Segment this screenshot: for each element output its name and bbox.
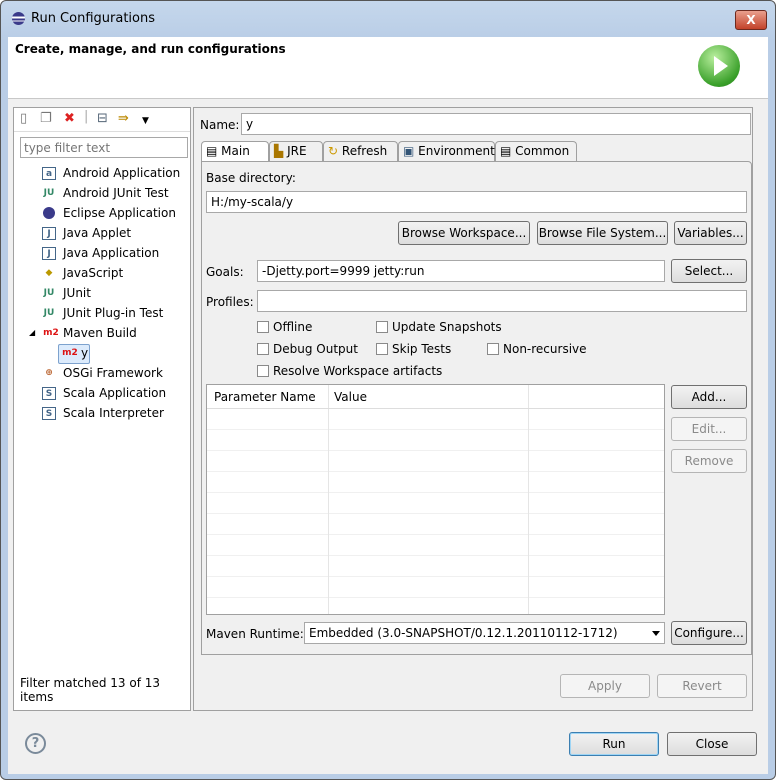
chevron-down-icon [652,631,660,636]
tree-item-y[interactable]: m2 y [14,344,190,364]
profiles-input[interactable] [257,290,747,312]
maven-runtime-label: Maven Runtime: [206,627,304,641]
tree-item-android-junit[interactable]: JU Android JUnit Test [14,184,190,204]
junit-plugin-icon: JU [43,308,55,318]
browse-workspace-button[interactable]: Browse Workspace... [398,221,530,245]
expand-arrow-icon[interactable]: ◢ [29,328,35,337]
tree-toolbar: ▯ ❐ ✖ | ⊟ ⇛ ▼ [14,108,190,132]
name-label: Name: [200,118,240,132]
tree-item-java-application[interactable]: J Java Application [14,244,190,264]
goals-input[interactable]: -Djetty.port=9999 jetty:run [257,260,665,282]
tab-main[interactable]: ▤ Main [201,141,269,162]
run-button[interactable]: Run [569,732,659,756]
duplicate-icon[interactable]: ❐ [40,112,52,126]
window-close-button[interactable]: X [735,10,767,30]
junit-icon: JU [43,288,55,298]
goals-label: Goals: [206,265,244,279]
tree-item-scala-application[interactable]: S Scala Application [14,384,190,404]
filter-icon[interactable]: ⇛ [118,112,129,126]
skip-tests-checkbox[interactable]: Skip Tests [376,341,451,357]
config-editor: Name: y ▤ Main ▙ JRE ↻ Refresh ▣ Environ… [193,107,753,711]
tree-item-junit[interactable]: JU JUnit [14,284,190,304]
filter-status: Filter matched 13 of 13 items [20,676,161,704]
maven-icon: m2 [62,348,78,358]
maven-runtime-select[interactable]: Embedded (3.0-SNAPSHOT/0.12.1.20110112-1… [304,622,665,644]
header-title: Create, manage, and run configurations [15,42,286,56]
config-tree: a Android Application JU Android JUnit Tes… [14,164,190,424]
tab-jre[interactable]: ▙ JRE [269,141,323,161]
tree-item-android-application[interactable]: a Android Application [14,164,190,184]
select-goals-button[interactable]: Select... [671,259,747,283]
config-tree-panel: ▯ ❐ ✖ | ⊟ ⇛ ▼ aAndroid Application JUAnd… [13,107,191,711]
resolve-workspace-checkbox[interactable]: Resolve Workspace artifacts [257,363,442,379]
dialog-header: Create, manage, and run configurations [8,37,768,99]
run-configurations-window: Run Configurations X Create, manage, and… [0,0,776,780]
tree-item-osgi[interactable]: ⊕ OSGi Framework [14,364,190,384]
scala-icon: S [42,407,56,420]
scala-icon: S [42,387,56,400]
variables-button[interactable]: Variables... [674,221,747,245]
window-title: Run Configurations [31,11,155,26]
title-bar: Run Configurations X [1,1,775,37]
profiles-label: Profiles: [206,295,254,309]
main-tab-panel: Base directory: H:/my-scala/y Browse Wor… [201,161,752,655]
javascript-icon: ◆ [45,268,53,278]
android-app-icon: a [42,167,56,180]
chevron-down-icon[interactable]: ▼ [142,114,149,128]
remove-parameter-button[interactable]: Remove [671,449,747,473]
apply-button[interactable]: Apply [560,674,650,698]
column-parameter-name[interactable]: Parameter Name [214,390,316,404]
android-junit-icon: JU [43,188,55,198]
base-dir-input[interactable]: H:/my-scala/y [206,191,747,213]
add-parameter-button[interactable]: Add... [671,385,747,409]
name-input[interactable]: y [241,113,751,135]
update-snapshots-checkbox[interactable]: Update Snapshots [376,319,502,335]
tab-refresh[interactable]: ↻ Refresh [323,141,398,161]
help-icon[interactable]: ? [25,733,46,754]
new-config-icon[interactable]: ▯ [20,112,27,126]
edit-parameter-button[interactable]: Edit... [671,417,747,441]
tab-common[interactable]: ▤ Common [495,141,577,161]
configure-runtime-button[interactable]: Configure... [671,621,747,645]
debug-output-checkbox[interactable]: Debug Output [257,341,358,357]
table-header: Parameter Name Value [207,385,664,409]
filter-input[interactable] [20,137,188,158]
toolbar-separator: | [84,109,89,124]
tab-environment[interactable]: ▣ Environment [398,141,495,161]
tree-item-java-applet[interactable]: J Java Applet [14,224,190,244]
collapse-all-icon[interactable]: ⊟ [97,112,108,126]
tree-item-maven-build[interactable]: ◢ m2 Maven Build [14,324,190,344]
eclipse-icon [43,207,55,219]
java-applet-icon: J [42,227,56,240]
offline-checkbox[interactable]: Offline [257,319,312,335]
column-value[interactable]: Value [334,390,367,404]
run-icon [698,45,740,87]
non-recursive-checkbox[interactable]: Non-recursive [487,341,587,357]
tree-item-junit-plugin[interactable]: JU JUnit Plug-in Test [14,304,190,324]
close-button[interactable]: Close [667,732,757,756]
tree-item-javascript[interactable]: ◆ JavaScript [14,264,190,284]
maven-icon: m2 [43,328,59,338]
osgi-icon: ⊕ [45,368,53,378]
eclipse-icon [12,12,25,25]
delete-icon[interactable]: ✖ [64,112,75,126]
browse-file-system-button[interactable]: Browse File System... [537,221,668,245]
tree-item-eclipse-application[interactable]: Eclipse Application [14,204,190,224]
revert-button[interactable]: Revert [657,674,747,698]
base-dir-label: Base directory: [206,171,296,185]
parameters-table[interactable]: Parameter Name Value [206,384,665,615]
java-app-icon: J [42,247,56,260]
tree-item-scala-interpreter[interactable]: S Scala Interpreter [14,404,190,424]
